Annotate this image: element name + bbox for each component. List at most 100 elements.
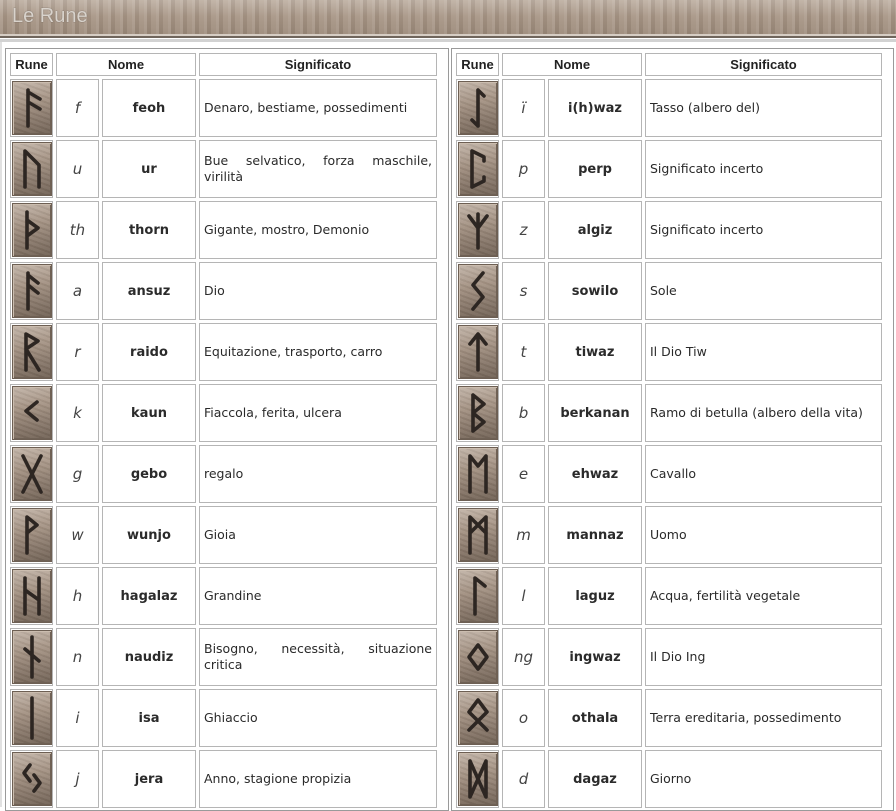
algiz-rune-icon <box>457 203 498 257</box>
rune-meaning: Bisogno, necessità, situazione critica <box>199 628 437 686</box>
rune-cell <box>10 79 53 137</box>
table-row: u ur Bue selvatico, forza maschile, virili… <box>10 140 437 198</box>
fehu-rune-icon <box>11 81 52 135</box>
rune-cell <box>10 628 53 686</box>
rune-table-right-panel: Rune Nome Significato ï i(h)waz Tasso (alb… <box>451 48 894 811</box>
table-row: p perp Significato incerto <box>456 140 882 198</box>
hagalaz-rune-icon <box>11 569 52 623</box>
page-title: Le Rune <box>12 5 88 27</box>
rune-cell <box>456 689 499 747</box>
rune-cell <box>456 384 499 442</box>
rune-letter: ï <box>502 79 545 137</box>
rune-letter: f <box>56 79 99 137</box>
rune-name: thorn <box>102 201 196 259</box>
rune-meaning: Uomo <box>645 506 882 564</box>
rune-name: isa <box>102 689 196 747</box>
rune-cell <box>456 140 499 198</box>
table-row: l laguz Acqua, fertilità vegetale <box>456 567 882 625</box>
ingwaz-rune-icon <box>457 630 498 684</box>
othala-rune-icon <box>457 691 498 745</box>
rune-cell <box>10 506 53 564</box>
rune-cell <box>10 750 53 808</box>
table-header-row: Rune Nome Significato <box>456 53 882 76</box>
isa-rune-icon <box>11 691 52 745</box>
rune-meaning: Fiaccola, ferita, ulcera <box>199 384 437 442</box>
table-row: th thorn Gigante, mostro, Demonio <box>10 201 437 259</box>
header-meaning: Significato <box>199 53 437 76</box>
rune-name: ingwaz <box>548 628 642 686</box>
rune-meaning: Il Dio Ing <box>645 628 882 686</box>
rune-meaning: Terra ereditaria, possedimento <box>645 689 882 747</box>
ansuz-rune-icon <box>11 264 52 318</box>
rune-name: i(h)waz <box>548 79 642 137</box>
rune-letter: j <box>56 750 99 808</box>
table-row: f feoh Denaro, bestiame, possedimenti <box>10 79 437 137</box>
header-name: Nome <box>502 53 642 76</box>
rune-letter: n <box>56 628 99 686</box>
rune-cell <box>456 506 499 564</box>
page-edge <box>0 42 2 807</box>
rune-letter: z <box>502 201 545 259</box>
thurisaz-rune-icon <box>11 203 52 257</box>
rune-name: berkanan <box>548 384 642 442</box>
rune-letter: b <box>502 384 545 442</box>
rune-cell <box>10 140 53 198</box>
rune-name: sowilo <box>548 262 642 320</box>
header-meaning: Significato <box>645 53 882 76</box>
rune-meaning: Dio <box>199 262 437 320</box>
rune-cell <box>10 323 53 381</box>
table-row: n naudiz Bisogno, necessità, situazione cr… <box>10 628 437 686</box>
rune-letter: d <box>502 750 545 808</box>
table-row: t tiwaz Il Dio Tiw <box>456 323 882 381</box>
tiwaz-rune-icon <box>457 325 498 379</box>
rune-name: dagaz <box>548 750 642 808</box>
rune-name: ansuz <box>102 262 196 320</box>
mannaz-rune-icon <box>457 508 498 562</box>
rune-name: hagalaz <box>102 567 196 625</box>
gebo-rune-icon <box>11 447 52 501</box>
rune-letter: e <box>502 445 545 503</box>
rune-letter: r <box>56 323 99 381</box>
rune-table-left-panel: Rune Nome Significato f feoh Denaro, besti… <box>5 48 449 811</box>
rune-letter: k <box>56 384 99 442</box>
rune-cell <box>456 750 499 808</box>
table-row: k kaun Fiaccola, ferita, ulcera <box>10 384 437 442</box>
naudiz-rune-icon <box>11 630 52 684</box>
jera-rune-icon <box>11 752 52 806</box>
rune-meaning: Giorno <box>645 750 882 808</box>
table-row: i isa Ghiaccio <box>10 689 437 747</box>
table-header-row: Rune Nome Significato <box>10 53 437 76</box>
rune-cell <box>10 262 53 320</box>
rune-meaning: Grandine <box>199 567 437 625</box>
table-row: e ehwaz Cavallo <box>456 445 882 503</box>
rune-letter: ng <box>502 628 545 686</box>
rune-name: gebo <box>102 445 196 503</box>
rune-meaning: Significato incerto <box>645 140 882 198</box>
table-row: z algiz Significato incerto <box>456 201 882 259</box>
dagaz-rune-icon <box>457 752 498 806</box>
rune-meaning: Significato incerto <box>645 201 882 259</box>
rune-name: mannaz <box>548 506 642 564</box>
header-rune: Rune <box>456 53 499 76</box>
rune-meaning: Gigante, mostro, Demonio <box>199 201 437 259</box>
rune-cell <box>10 201 53 259</box>
rune-letter: t <box>502 323 545 381</box>
rune-cell <box>10 689 53 747</box>
sowilo-rune-icon <box>457 264 498 318</box>
rune-letter: o <box>502 689 545 747</box>
rune-meaning: Sole <box>645 262 882 320</box>
kaun-rune-icon <box>11 386 52 440</box>
rune-name: feoh <box>102 79 196 137</box>
table-row: o othala Terra ereditaria, possedimento <box>456 689 882 747</box>
rune-meaning: Anno, stagione propizia <box>199 750 437 808</box>
rune-name: naudiz <box>102 628 196 686</box>
berkanan-rune-icon <box>457 386 498 440</box>
rune-meaning: Tasso (albero del) <box>645 79 882 137</box>
table-row: ï i(h)waz Tasso (albero del) <box>456 79 882 137</box>
rune-cell <box>10 567 53 625</box>
table-row: h hagalaz Grandine <box>10 567 437 625</box>
rune-name: othala <box>548 689 642 747</box>
rune-meaning: Denaro, bestiame, possedimenti <box>199 79 437 137</box>
rune-name: ehwaz <box>548 445 642 503</box>
rune-letter: w <box>56 506 99 564</box>
